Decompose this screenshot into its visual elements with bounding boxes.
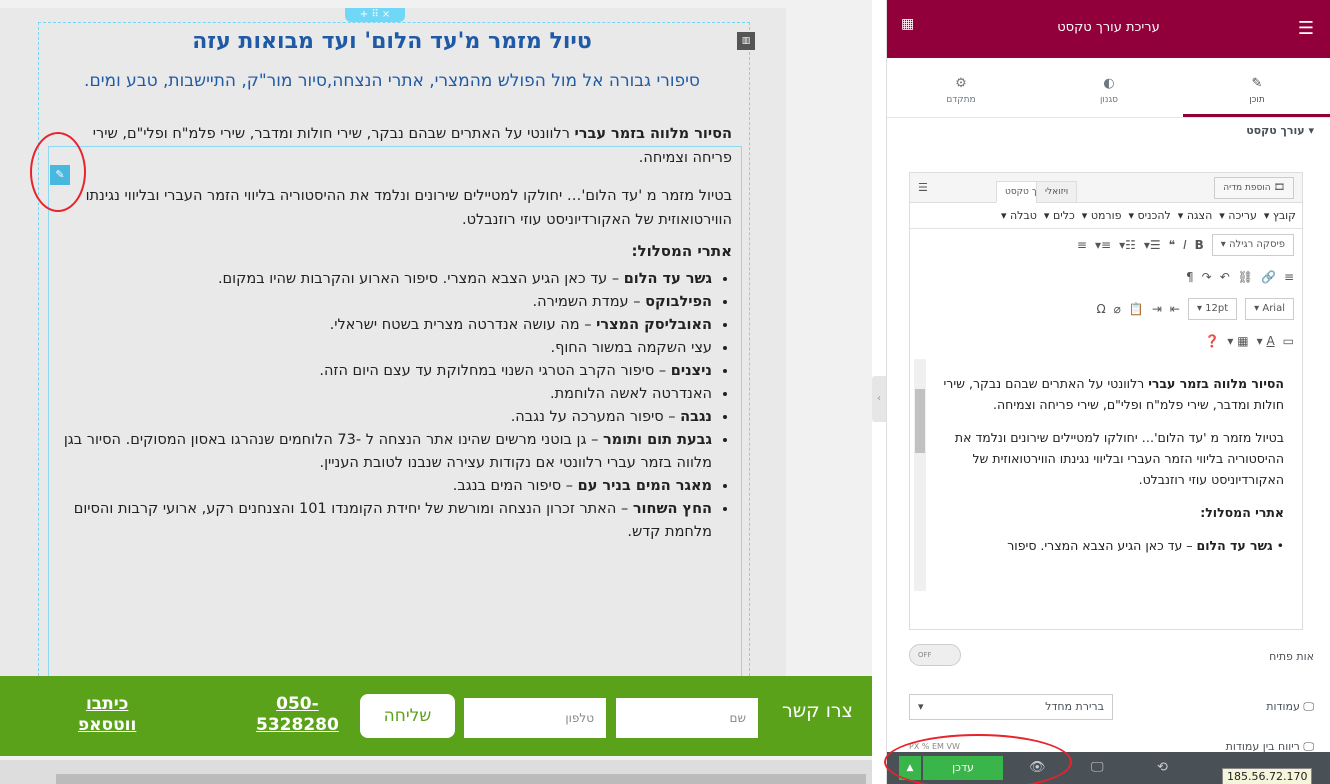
text-editor: 🎞 הוספת מדיה עורך טקסט ויזואלי ☰ קובץ ▾ … — [909, 172, 1303, 630]
hr-icon[interactable]: ▭ — [1283, 334, 1294, 348]
toolbar-row-4: ▭ A ▾ ▦ ▾ ❓ — [910, 325, 1302, 357]
panel-title: עריכת עורך טקסט — [1057, 20, 1160, 35]
dropcap-label: אות פתיח — [1269, 650, 1314, 663]
menu-view[interactable]: הצגה ▾ — [1178, 209, 1212, 222]
tab-advanced[interactable]: ⚙ מתקדם — [887, 58, 1035, 117]
bold-icon[interactable]: B — [1195, 238, 1204, 252]
panel-tabs: ✎ תוכן ◐ סגנון ⚙ מתקדם — [887, 58, 1330, 118]
bullet-list-icon[interactable]: ☰▾ — [1144, 238, 1161, 252]
table-icon[interactable]: ▦ ▾ — [1227, 334, 1248, 348]
panel-collapse-handle[interactable]: ‹ — [872, 376, 886, 422]
editor-top: 🎞 הוספת מדיה עורך טקסט ויזואלי ☰ — [910, 173, 1302, 203]
outdent-icon[interactable]: ⇤ — [1170, 302, 1180, 316]
horizontal-scrollbar[interactable] — [0, 760, 872, 784]
annotation-circle — [884, 734, 1072, 784]
numbered-list-icon[interactable]: ☷▾ — [1119, 238, 1136, 252]
list-item: עצי השקמה במשור החוף. — [52, 337, 712, 360]
editor-menubar: קובץ ▾ עריכה ▾ הצגה ▾ להכניס ▾ פורמט ▾ כ… — [910, 203, 1302, 229]
page-column: + ⠿ × ▥ ✎ טיול מזמר מ'עד הלום' ועד מבואו… — [0, 8, 786, 678]
second-paragraph: בטיול מזמר מ 'עד הלום'… יחולקו למטיילים … — [85, 188, 732, 228]
list-item: גשר עד הלום – עד כאן הגיע הצבא המצרי. סי… — [52, 268, 712, 291]
indent-icon[interactable]: ⇥ — [1152, 302, 1162, 316]
list-item: גבעת תום ותומר – גן בוטני מרשים שהינו את… — [52, 429, 712, 475]
font-select[interactable]: Arial ▾ — [1245, 298, 1294, 320]
route-list: גשר עד הלום – עד כאן הגיע הצבא המצרי. סי… — [52, 268, 732, 544]
whatsapp-link[interactable]: כיתבו ווטסאפ — [78, 694, 136, 736]
undo-icon[interactable]: ↶ — [1220, 270, 1230, 284]
editor-canvas: + ⠿ × ▥ ✎ טיול מזמר מ'עד הלום' ועד מבואו… — [0, 0, 872, 784]
pencil-icon: ✎ — [1251, 76, 1263, 91]
list-item: החץ השחור – האתר זכרון הנצחה ומורשת של י… — [52, 498, 712, 544]
media-icon: 🎞 — [1273, 183, 1285, 193]
list-item: האנדרטה לאשה הלוחמת. — [52, 383, 712, 406]
section-handle[interactable]: + ⠿ × — [345, 8, 405, 22]
phone-input[interactable]: טלפון — [464, 698, 606, 738]
menu-tools[interactable]: כלים ▾ — [1044, 209, 1075, 222]
annotation-circle — [30, 132, 86, 212]
intro-bold: הסיור מלווה בזמר עברי — [574, 126, 733, 142]
add-media-button[interactable]: 🎞 הוספת מדיה — [1214, 177, 1294, 199]
list-item: האובליסק המצרי – מה עושה אנדרטה מצרית בש… — [52, 314, 712, 337]
section-toggle[interactable]: ▾ עורך טקסט — [1246, 124, 1314, 137]
menu-file[interactable]: קובץ ▾ — [1264, 209, 1296, 222]
size-select[interactable]: 12pt ▾ — [1187, 298, 1238, 320]
contact-label: צרו קשר — [782, 700, 853, 722]
tab-visual[interactable]: ויזואלי — [1036, 181, 1078, 203]
canvas-gutter — [786, 0, 872, 676]
list-item: ניצנים – סיפור הקרב הטרגי השנוי במחלוקת … — [52, 360, 712, 383]
contact-footer: צרו קשר שם טלפון שליחה 050- 5328280 כיתבו… — [0, 676, 872, 756]
tab-content[interactable]: ✎ תוכן — [1183, 58, 1330, 117]
menu-edit[interactable]: עריכה ▾ — [1219, 209, 1257, 222]
page-title: טיול מזמר מ'עד הלום' ועד מבואות עזה — [192, 29, 592, 54]
help-icon[interactable]: ❓ — [1204, 334, 1219, 348]
intro-paragraph: הסיור מלווה בזמר עברי רלוונטי על האתרים … — [52, 122, 732, 170]
list-item: מאגר המים בניר עם – סיפור המים בנגב. — [52, 475, 712, 498]
dropcap-toggle[interactable]: OFF — [909, 644, 961, 666]
desktop-icon: 🖵 — [1303, 700, 1314, 713]
gear-icon: ⚙ — [955, 76, 967, 91]
elementor-panel: ▦ עריכת עורך טקסט ☰ ✎ תוכן ◐ סגנון ⚙ מתקדם … — [886, 0, 1330, 784]
send-button[interactable]: שליחה — [360, 694, 455, 738]
toolbar-row-1: פיסקה רגילה ▾ B I ❝ ☰▾ ☷▾ ≡▾ ≡ — [910, 229, 1302, 261]
columns-select[interactable]: ברירת מחדל ▾ — [909, 694, 1113, 720]
editor-body[interactable]: הסיור מלווה בזמר עברי רלוונטי על האתרים … — [910, 359, 1302, 603]
columns-label: 🖵 עמודות — [1266, 700, 1314, 713]
unlink-icon[interactable]: ⛓ — [1238, 270, 1253, 284]
list-item: הפילבוקס – עמדת השמירה. — [52, 291, 712, 314]
menu-insert[interactable]: להכניס ▾ — [1129, 209, 1171, 222]
link-icon[interactable]: 🔗 — [1261, 270, 1276, 284]
redo-icon[interactable]: ↷ — [1202, 270, 1212, 284]
clear-format-icon[interactable]: ⌀ — [1114, 302, 1121, 316]
menu-table[interactable]: טבלה ▾ — [1001, 209, 1037, 222]
align-center-icon[interactable]: ≡ — [1077, 238, 1087, 252]
quote-icon[interactable]: ❝ — [1169, 238, 1175, 252]
menu-format[interactable]: פורמט ▾ — [1082, 209, 1122, 222]
list-item: נגבה – סיפור המערכה על נגבה. — [52, 406, 712, 429]
paste-text-icon[interactable]: 📋 — [1129, 302, 1144, 316]
format-select[interactable]: פיסקה רגילה ▾ — [1211, 234, 1294, 256]
toolbar-row-3: Arial ▾ 12pt ▾ ⇤ ⇥ 📋 ⌀ Ω — [910, 293, 1302, 325]
page-content: טיול מזמר מ'עד הלום' ועד מבואות עזה סיפו… — [52, 28, 732, 544]
hamburger-icon[interactable]: ☰ — [1298, 18, 1314, 39]
history-icon[interactable]: ⟲ — [1157, 760, 1168, 775]
align-left-icon[interactable]: ≡ — [1284, 270, 1294, 284]
omega-icon[interactable]: Ω — [1096, 302, 1105, 316]
paragraph-icon[interactable]: ¶ — [1186, 270, 1194, 284]
route-heading: אתרי המסלול: — [631, 242, 733, 260]
column-edit-icon[interactable]: ▥ — [737, 32, 755, 50]
align-icon[interactable]: ≡▾ — [1095, 238, 1111, 252]
page-subtitle: סיפורי גבורה אל מול הפולש מהמצרי, אתרי ה… — [84, 71, 700, 91]
phone-link[interactable]: 050- 5328280 — [256, 694, 339, 736]
stack-icon[interactable]: ☰ — [918, 181, 928, 194]
italic-icon[interactable]: I — [1183, 238, 1187, 252]
contrast-icon: ◐ — [1103, 76, 1115, 91]
toolbar-row-2: ≡ 🔗 ⛓ ↶ ↷ ¶ — [910, 261, 1302, 293]
panel-header: ▦ עריכת עורך טקסט ☰ — [887, 0, 1330, 58]
ip-tooltip: 185.56.72.170 — [1222, 768, 1313, 784]
text-color-icon[interactable]: A ▾ — [1257, 334, 1275, 348]
tab-style[interactable]: ◐ סגנון — [1035, 58, 1183, 117]
name-input[interactable]: שם — [616, 698, 758, 738]
responsive-icon[interactable]: 🖵 — [1091, 760, 1104, 775]
